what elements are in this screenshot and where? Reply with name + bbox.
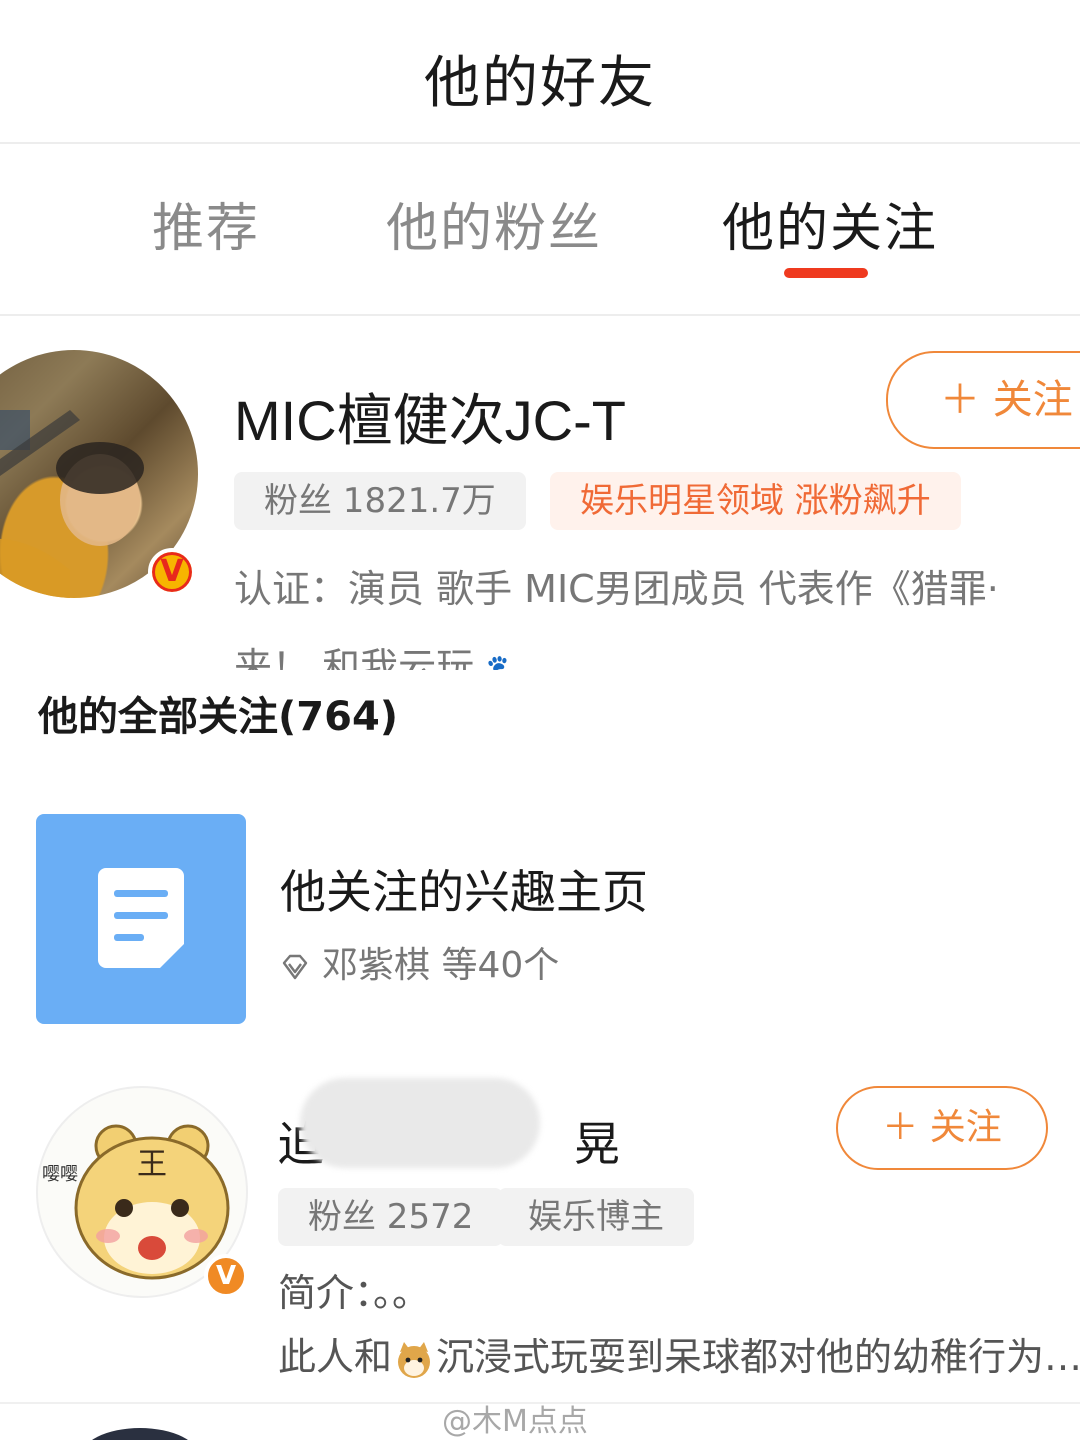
interest-pages-title[interactable]: 他关注的兴趣主页 bbox=[280, 856, 648, 922]
following-count-title: 他的全部关注(764) bbox=[38, 694, 399, 740]
tab-bar: 推荐 他的粉丝 他的关注 bbox=[0, 146, 1080, 316]
verified-badge-icon: V bbox=[204, 1254, 248, 1298]
watermark: @木M点点 bbox=[442, 1404, 588, 1439]
doc-line bbox=[114, 912, 168, 919]
featured-user-card[interactable]: V MIC檀健次JC-T ＋ 关注 粉丝 1821.7万 娱乐明星领域 涨粉飙升… bbox=[0, 318, 1080, 670]
bio-text: 来！ 和我云玩 🐾 bbox=[234, 636, 524, 670]
interest-pages-subtitle: 邓紫棋 等40个 bbox=[280, 936, 559, 988]
page-title: 他的好友 bbox=[424, 51, 656, 116]
verified-badge-icon: V bbox=[148, 548, 196, 596]
page-header: 他的好友 bbox=[0, 0, 1080, 144]
document-icon[interactable] bbox=[36, 814, 246, 1024]
verification-text: 认证：演员 歌手 MIC男团成员 代表作《猎罪· bbox=[234, 567, 999, 611]
user-name[interactable]: MIC檀健次JC-T bbox=[234, 376, 626, 457]
name-blur-overlay bbox=[300, 1078, 540, 1168]
bio-prefix: 此人和 bbox=[278, 1335, 393, 1379]
interest-pages-summary: 邓紫棋 等40个 bbox=[322, 945, 560, 986]
shiba-dog-icon bbox=[398, 1341, 431, 1378]
avatar-forehead-text: 王 bbox=[137, 1147, 167, 1182]
avatar-side-text: 嘤嘤 bbox=[42, 1164, 78, 1185]
fans-count-chip: 粉丝 2572 bbox=[278, 1188, 504, 1246]
tab-followers[interactable]: 他的粉丝 bbox=[386, 186, 602, 261]
doc-line bbox=[114, 934, 144, 941]
document-sheet bbox=[98, 868, 185, 969]
diamond-icon bbox=[282, 954, 308, 980]
active-tab-indicator bbox=[784, 268, 868, 278]
bio-suffix: 沉浸式玩耍到呆球都对他的幼稚行为… bbox=[436, 1335, 1080, 1379]
doc-corner bbox=[159, 943, 185, 969]
intro-text: 简介：。。 bbox=[278, 1271, 431, 1315]
tab-following[interactable]: 他的关注 bbox=[722, 186, 938, 261]
category-chip: 娱乐博主 bbox=[498, 1188, 694, 1246]
fans-count-chip: 粉丝 1821.7万 bbox=[234, 472, 526, 530]
bio-line: 来！ 和我云玩 bbox=[234, 645, 475, 670]
avatar[interactable] bbox=[80, 1428, 200, 1440]
bio-text: 此人和 沉浸式玩耍到呆球都对他的幼稚行为… bbox=[278, 1326, 1080, 1381]
follow-button[interactable]: ＋ 关注 bbox=[836, 1086, 1048, 1170]
tab-recommend[interactable]: 推荐 bbox=[152, 186, 260, 261]
user-name-end: 晃 bbox=[574, 1117, 620, 1171]
doc-line bbox=[114, 890, 168, 897]
trending-chip[interactable]: 娱乐明星领域 涨粉飙升 bbox=[550, 472, 961, 530]
follow-button[interactable]: ＋ 关注 bbox=[886, 351, 1080, 449]
paw-icon: 🐾 bbox=[486, 653, 523, 670]
